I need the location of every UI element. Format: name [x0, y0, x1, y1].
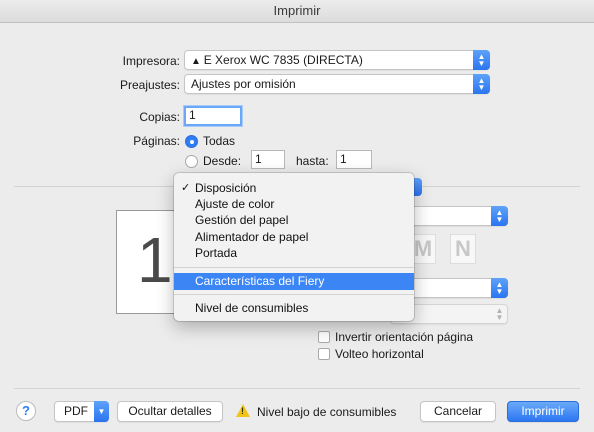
menu-item-label: Disposición — [195, 181, 257, 195]
chevron-updown-icon: ▲ ▼ — [491, 278, 508, 298]
pages-from-field[interactable]: 1 — [251, 150, 285, 169]
menu-item-label: Ajuste de color — [195, 197, 275, 211]
pages-label: Páginas: — [133, 134, 180, 148]
low-supplies-warning: Nivel bajo de consumibles — [257, 405, 397, 419]
invert-orientation-checkbox[interactable] — [318, 331, 330, 343]
chevron-updown-icon: ▲ ▼ — [473, 50, 490, 70]
printer-warning-icon: ▲ — [191, 56, 204, 67]
window-title: Imprimir — [0, 0, 594, 23]
pages-from-label: Desde: — [203, 154, 242, 168]
chevron-updown-icon: ▲ ▼ — [473, 74, 490, 94]
pdf-menu-button[interactable]: PDF ▼ — [54, 401, 109, 422]
menu-item-label: Alimentador de papel — [195, 230, 309, 244]
presets-label: Preajustes: — [119, 78, 180, 92]
menu-item-paper-feed[interactable]: Alimentador de papel — [174, 229, 414, 245]
chevron-updown-icon: ▲ ▼ — [495, 306, 504, 322]
print-dialog: Imprimir Impresora: ▲ E Xerox WC 7835 (D… — [0, 0, 594, 432]
copies-field[interactable]: 1 — [184, 106, 242, 126]
print-button[interactable]: Imprimir — [507, 401, 579, 422]
checkmark-icon: ✓ — [181, 182, 191, 194]
chevron-updown-icon: ▲ ▼ — [491, 206, 508, 226]
pages-all-radio[interactable] — [185, 135, 198, 148]
printer-popup[interactable]: ▲ E Xerox WC 7835 (DIRECTA) ▲ ▼ — [184, 50, 490, 70]
menu-item-label: Portada — [195, 246, 238, 260]
presets-popup[interactable]: Ajustes por omisión ▲ ▼ — [184, 74, 490, 94]
flip-horizontal-checkbox[interactable] — [318, 348, 330, 360]
layout-direction-icons: M N — [410, 234, 480, 264]
printer-label: Impresora: — [122, 54, 180, 68]
menu-item-supply-levels[interactable]: Nivel de consumibles — [174, 300, 414, 316]
warning-icon: ! — [236, 404, 250, 417]
invert-orientation-label: Invertir orientación página — [335, 330, 474, 344]
cancel-button[interactable]: Cancelar — [420, 401, 496, 422]
pages-range-radio[interactable] — [185, 155, 198, 168]
panel-dropdown-menu: ✓ Disposición Ajuste de color Gestión de… — [174, 173, 414, 321]
flip-horizontal-label: Volteo horizontal — [335, 347, 424, 361]
printer-value: E Xerox WC 7835 (DIRECTA) — [203, 53, 363, 67]
presets-value: Ajustes por omisión — [191, 77, 296, 91]
pdf-label: PDF — [64, 404, 88, 418]
menu-item-label: Características del Fiery — [195, 274, 325, 288]
hide-details-button[interactable]: Ocultar detalles — [117, 401, 223, 422]
footer-divider — [14, 388, 580, 389]
chevron-down-icon: ▼ — [94, 401, 109, 422]
menu-item-label: Nivel de consumibles — [195, 301, 309, 315]
help-button[interactable]: ? — [16, 401, 36, 421]
menu-separator — [174, 294, 414, 295]
pages-to-field[interactable]: 1 — [336, 150, 372, 169]
menu-item-layout[interactable]: ✓ Disposición — [174, 180, 414, 196]
preview-page-number: 1 — [137, 224, 173, 296]
menu-item-cover-page[interactable]: Portada — [174, 245, 414, 261]
menu-item-paper-handling[interactable]: Gestión del papel — [174, 212, 414, 228]
pages-all-label: Todas — [203, 134, 236, 148]
menu-item-fiery-features[interactable]: Características del Fiery — [174, 273, 414, 290]
menu-item-label: Gestión del papel — [195, 213, 289, 227]
menu-separator — [174, 267, 414, 268]
n-layout-icon[interactable]: N — [450, 234, 476, 264]
pages-to-label: hasta: — [296, 154, 329, 168]
menu-item-color-matching[interactable]: Ajuste de color — [174, 196, 414, 212]
printer-value-row: ▲ E Xerox WC 7835 (DIRECTA) — [191, 53, 363, 67]
copies-label: Copias: — [139, 110, 180, 124]
